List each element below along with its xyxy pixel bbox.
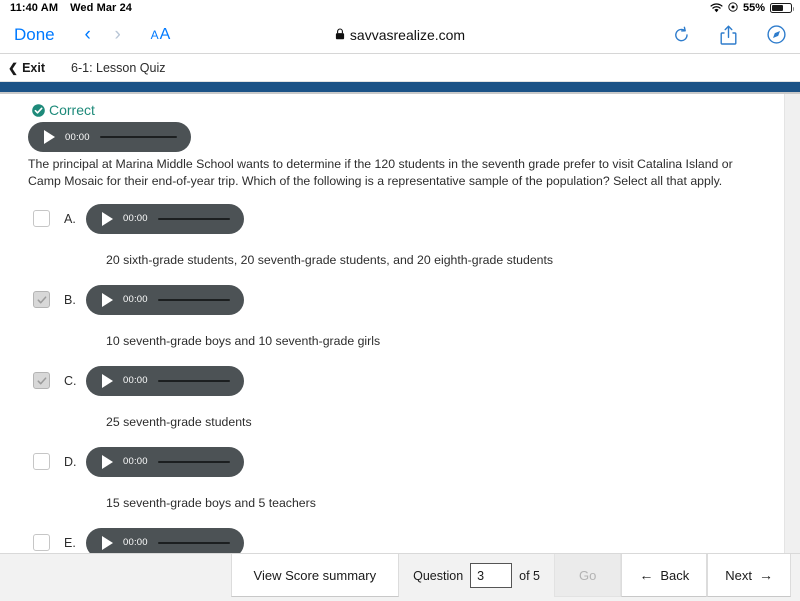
answer-option-a-audio-progress[interactable] [157,217,230,221]
question-number-input[interactable] [470,563,513,588]
battery-percent: 55% [742,2,765,14]
answer-option-b-audio-player[interactable]: 00:00 [86,284,244,315]
text-size-big-a: A [159,25,171,43]
answer-option-e-letter: E. [64,535,76,550]
compass-icon[interactable] [767,25,786,44]
reload-icon[interactable] [673,26,690,44]
status-bar-right: 55% [710,1,794,15]
answer-option-c-row: C. 00:00 [28,361,770,401]
lesson-title: 6-1: Lesson Quiz [71,60,166,75]
text-size-button[interactable]: AA [151,26,171,44]
ios-status-bar: 11:40 AM Wed Mar 24 55% [0,0,800,16]
play-icon[interactable] [44,130,55,144]
answer-option-d-audio-player[interactable]: 00:00 [86,446,244,477]
checkbox-option-a[interactable] [33,210,50,228]
checkbox-option-c[interactable] [33,372,50,390]
answer-option-b-audio-time: 00:00 [123,294,148,306]
answer-option-d-audio-time: 00:00 [123,456,148,468]
view-score-summary-button[interactable]: View Score summary [230,554,400,597]
answer-option-c-letter: C. [64,373,77,388]
next-button[interactable]: Next → [707,554,791,597]
question-text: The principal at Marina Middle School wa… [28,157,733,189]
text-size-small-a: A [150,27,159,42]
lesson-header: ❮ Exit 6-1: Lesson Quiz [0,54,800,82]
answer-option-b-row: B. 00:00 [28,280,770,320]
question-audio-progress[interactable] [99,135,177,139]
answer-option-a-row: A. 00:00 [28,199,770,239]
checkbox-option-b[interactable] [33,291,50,309]
checkbox-option-e[interactable] [33,534,50,552]
wifi-icon [710,3,723,13]
question-navigator: Question of 5 [399,554,555,597]
arrow-right-icon: → [759,567,773,583]
answer-option-b-audio-progress[interactable] [157,298,230,302]
question-label: Question [413,568,464,583]
back-button-label: Back [660,567,690,583]
play-icon[interactable] [102,535,113,550]
check-circle-icon [32,103,45,117]
exit-button[interactable]: ❮ Exit [8,61,45,75]
arrow-left-icon: ← [639,567,654,583]
play-icon[interactable] [102,454,113,469]
answer-option-a-text: 20 sixth-grade students, 20 seventh-grad… [106,252,554,267]
answer-option-a-audio-player[interactable]: 00:00 [86,203,244,234]
quiz-content-area: Correct 00:00 The principal at Marina Mi… [0,94,800,553]
quiz-navigation-toolbar: View Score summary Question of 5 Go ← Ba… [0,553,800,601]
share-icon[interactable] [720,25,737,45]
question-audio-player[interactable]: 00:00 [28,122,191,152]
browser-forward-button[interactable]: › [103,24,133,46]
checkbox-option-d[interactable] [33,453,50,471]
location-icon [728,1,738,15]
answer-option-e-audio-player[interactable]: 00:00 [86,527,244,553]
answer-option-a-audio-time: 00:00 [123,213,148,225]
play-icon[interactable] [102,292,113,307]
answer-option-d: D. 00:00 15 seventh-grade boys and 5 tea… [28,442,770,523]
go-button[interactable]: Go [554,554,622,597]
answer-option-e-audio-progress[interactable] [157,541,230,545]
status-badge-label: Correct [49,102,95,118]
exit-label: Exit [22,60,45,75]
answer-option-c-audio-progress[interactable] [157,379,230,383]
vertical-scrollbar[interactable] [784,94,800,553]
answer-option-c: C. 00:00 25 seventh-grade students [28,361,770,442]
status-bar-left: 11:40 AM Wed Mar 24 [10,2,132,14]
safari-toolbar-right [673,25,786,45]
back-button[interactable]: ← Back [621,554,708,597]
play-icon[interactable] [102,211,113,226]
answer-option-d-row: D. 00:00 [28,442,770,482]
safari-toolbar-left: Done ‹ › AA [14,24,170,46]
quiz-content: Correct 00:00 The principal at Marina Mi… [0,94,800,553]
answer-option-e-row: E. 00:00 [28,523,770,553]
lock-icon [335,27,345,43]
answer-option-a-letter: A. [64,211,76,226]
browser-back-button[interactable]: ‹ [73,24,103,46]
answer-option-d-audio-progress[interactable] [157,460,230,464]
answer-option-c-text: 25 seventh-grade students [106,414,252,429]
question-audio-time: 00:00 [65,131,90,143]
section-rule [0,82,800,94]
answer-option-b: B. 00:00 10 seventh-grade boys and 10 se… [28,280,770,361]
address-bar-url: savvasrealize.com [349,26,466,43]
answer-option-d-text: 15 seventh-grade boys and 5 teachers [106,495,316,510]
safari-toolbar: Done ‹ › AA savvasrealize.com [0,16,800,54]
answer-option-a: A. 00:00 20 sixth-grade students, 20 sev… [28,199,770,280]
answer-option-d-letter: D. [64,454,77,469]
answer-option-b-letter: B. [64,292,76,307]
done-button[interactable]: Done [14,25,55,45]
answer-option-e: E. 00:00 [28,523,770,553]
answer-option-c-audio-time: 00:00 [123,375,148,387]
status-time: 11:40 AM [10,2,59,14]
answer-option-e-audio-time: 00:00 [123,537,148,549]
status-badge: Correct [32,102,770,118]
question-total-label: of 5 [519,568,541,583]
exit-chevron-icon: ❮ [8,60,19,75]
battery-icon [770,3,794,13]
status-date: Wed Mar 24 [70,2,133,14]
answer-option-c-audio-player[interactable]: 00:00 [86,365,244,396]
play-icon[interactable] [102,373,113,388]
next-button-label: Next [725,567,752,583]
answer-option-b-text: 10 seventh-grade boys and 10 seventh-gra… [106,333,381,348]
